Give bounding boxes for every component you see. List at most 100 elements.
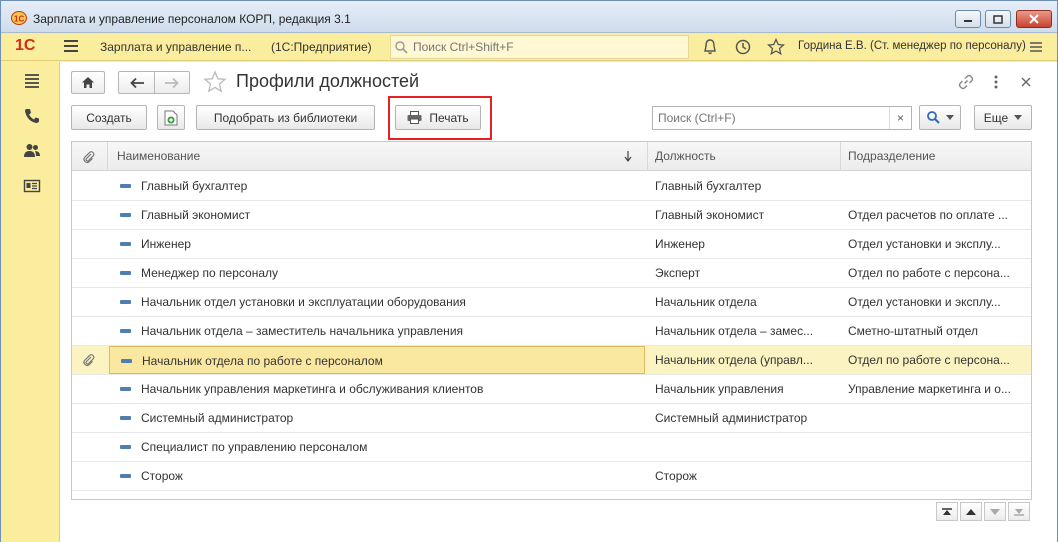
users-icon[interactable] [23, 142, 41, 160]
global-search[interactable] [390, 35, 689, 59]
settings-menu-icon[interactable] [1027, 38, 1045, 56]
list-search[interactable]: × [652, 106, 912, 130]
more-button-label: Еще [983, 110, 1009, 125]
scroll-down-button[interactable] [984, 502, 1006, 521]
cell-department[interactable] [848, 462, 1026, 490]
column-header-department[interactable]: Подразделение [841, 142, 1031, 171]
cell-department[interactable] [848, 172, 1026, 200]
cell-department[interactable] [848, 404, 1026, 432]
back-button[interactable] [118, 71, 154, 94]
search-options-button[interactable] [919, 105, 961, 130]
cell-name[interactable]: Главный бухгалтер [109, 172, 645, 200]
copy-from-file-button[interactable] [157, 105, 185, 130]
cell-position[interactable]: Главный экономист [655, 201, 835, 229]
cell-position[interactable]: Инженер [655, 230, 835, 258]
cell-name-text: Системный администратор [141, 411, 294, 425]
column-header-name[interactable]: Наименование [108, 142, 648, 171]
create-button[interactable]: Создать [71, 105, 147, 130]
cell-department[interactable]: Отдел по работе с персона... [848, 259, 1026, 287]
global-search-input[interactable] [411, 38, 681, 56]
cell-position[interactable]: Начальник отдела – замес... [655, 317, 835, 345]
cell-department[interactable]: Отдел установки и эксплу... [848, 230, 1026, 258]
table-row[interactable]: Начальник отдел установки и эксплуатации… [72, 288, 1031, 317]
cell-position[interactable]: Начальник отдела [655, 288, 835, 316]
cell-name[interactable]: Инженер [109, 230, 645, 258]
cell-department[interactable]: Отдел по работе с персона... [848, 346, 1026, 374]
cell-name[interactable]: Начальник отдела по работе с персоналом [109, 346, 645, 374]
minimize-icon [964, 20, 972, 22]
cell-name[interactable]: Системный администратор [109, 404, 645, 432]
cell-name-text: Менеджер по персоналу [141, 266, 279, 280]
cell-position[interactable]: Главный бухгалтер [655, 172, 835, 200]
column-header-position[interactable]: Должность [648, 142, 841, 171]
cell-department[interactable]: Отдел установки и эксплу... [848, 288, 1026, 316]
scroll-to-top-button[interactable] [936, 502, 958, 521]
more-button[interactable]: Еще [974, 105, 1032, 130]
main-menu-icon[interactable] [64, 40, 78, 52]
bell-icon[interactable] [701, 38, 719, 56]
cell-department[interactable]: Сметно-штатный отдел [848, 317, 1026, 345]
cell-name[interactable]: Сторож [109, 462, 645, 490]
table-row[interactable]: Менеджер по персоналу Эксперт Отдел по раб… [72, 259, 1031, 288]
cell-department[interactable]: Отдел расчетов по оплате ... [848, 201, 1026, 229]
close-window-button[interactable] [1016, 10, 1052, 28]
table-row[interactable]: Начальник отдела по работе с персоналом Н… [72, 346, 1031, 375]
search-icon [395, 41, 408, 54]
table-row[interactable]: Начальник отдела – заместитель начальник… [72, 317, 1031, 346]
table-row[interactable]: Главный бухгалтер Главный бухгалтер [72, 172, 1031, 201]
catalog-item-icon [120, 416, 131, 420]
pick-from-library-label: Подобрать из библиотеки [213, 110, 358, 125]
favorite-star-icon[interactable] [203, 70, 227, 94]
minimize-button[interactable] [955, 10, 981, 28]
table-row[interactable]: Системный администратор Системный админис… [72, 404, 1031, 433]
table-row[interactable]: Инженер Инженер Отдел установки и эксплу..… [72, 230, 1031, 259]
cell-name-text: Главный экономист [141, 208, 251, 222]
cell-department[interactable] [848, 433, 1026, 461]
cell-position[interactable]: Системный администратор [655, 404, 835, 432]
list-search-input[interactable] [656, 109, 886, 127]
cell-name[interactable]: Менеджер по персоналу [109, 259, 645, 287]
add-document-icon [164, 110, 178, 125]
id-card-icon[interactable] [23, 177, 41, 195]
cell-name[interactable]: Специалист по управлению персоналом [109, 433, 645, 461]
history-icon[interactable] [734, 38, 752, 56]
favorites-star-icon[interactable] [767, 38, 785, 56]
cell-position[interactable]: Эксперт [655, 259, 835, 287]
forward-button[interactable] [154, 71, 190, 94]
more-vertical-icon[interactable] [987, 73, 1005, 91]
table-row[interactable]: Начальник управления маркетинга и обслуж… [72, 375, 1031, 404]
cell-position[interactable]: Начальник отдела (управл... [655, 346, 835, 374]
cell-department[interactable]: Управление маркетинга и о... [848, 375, 1026, 403]
scroll-up-button[interactable] [960, 502, 982, 521]
menu-list-icon[interactable] [23, 72, 41, 90]
maximize-button[interactable] [985, 10, 1011, 28]
arrow-right-icon [165, 77, 179, 88]
attachment-column-header[interactable] [72, 142, 108, 171]
search-icon [926, 111, 940, 124]
cell-position[interactable]: Сторож [655, 462, 835, 490]
link-icon[interactable] [957, 73, 975, 91]
current-user[interactable]: Гордина Е.В. (Ст. менеджер по персоналу) [798, 40, 1026, 52]
phone-icon[interactable] [23, 107, 41, 125]
catalog-item-icon [120, 387, 131, 391]
arrow-down-icon [990, 508, 1000, 515]
cell-name[interactable]: Главный экономист [109, 201, 645, 229]
pick-from-library-button[interactable]: Подобрать из библиотеки [196, 105, 375, 130]
app-name[interactable]: Зарплата и управление п... [100, 40, 251, 54]
cell-position[interactable] [655, 433, 835, 461]
cell-name[interactable]: Начальник управления маркетинга и обслуж… [109, 375, 645, 403]
clear-search-button[interactable]: × [889, 107, 911, 129]
cell-name[interactable]: Начальник отдел установки и эксплуатации… [109, 288, 645, 316]
table-row[interactable]: Главный экономист Главный экономист Отдел … [72, 201, 1031, 230]
cell-position[interactable]: Начальник управления [655, 375, 835, 403]
logo-1c: 1С [15, 37, 36, 54]
table-row[interactable]: Сторож Сторож [72, 462, 1031, 491]
cell-name[interactable]: Начальник отдела – заместитель начальник… [109, 317, 645, 345]
cell-name-text: Главный бухгалтер [141, 179, 248, 193]
close-form-icon[interactable] [1017, 73, 1035, 91]
page-title: Профили должностей [236, 71, 420, 91]
app-logo-icon: 1С [11, 11, 27, 25]
scroll-to-bottom-button[interactable] [1008, 502, 1030, 521]
home-button[interactable] [71, 71, 105, 94]
table-row[interactable]: Специалист по управлению персоналом [72, 433, 1031, 462]
